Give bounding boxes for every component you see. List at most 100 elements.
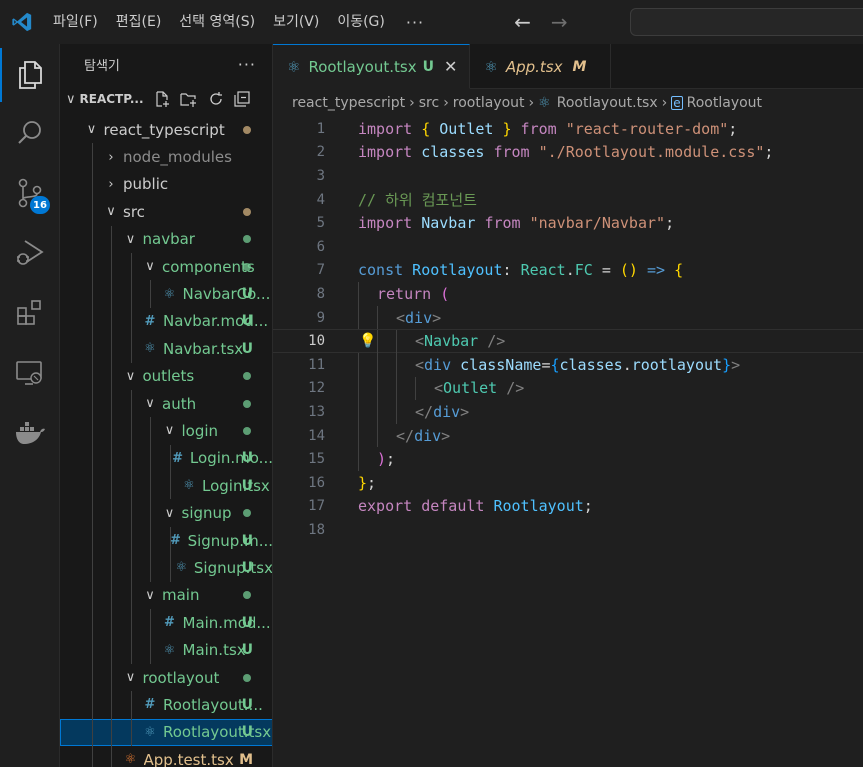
search-icon[interactable] (0, 104, 60, 162)
tree-file[interactable]: ⚛ Signup.tsx U (60, 554, 272, 582)
line-number: 15 (308, 451, 325, 468)
back-arrow-icon[interactable]: ← (514, 10, 531, 34)
tree-folder[interactable]: ∨ main (60, 581, 272, 610)
menu-go[interactable]: 이동(G) (328, 0, 394, 44)
tree-file[interactable]: ⚛ App.test.tsx M (60, 745, 272, 767)
tree-file[interactable]: # Main.mod... U (60, 609, 272, 637)
new-folder-icon[interactable] (179, 91, 198, 107)
menu-view[interactable]: 보기(V) (264, 0, 328, 44)
react-file-icon: ⚛ (163, 642, 176, 658)
breadcrumb-item[interactable]: react_typescript (292, 95, 405, 111)
code-line: 13 </div> (273, 400, 863, 424)
tab-rootlayout-tsx[interactable]: ⚛ Rootlayout.tsx U ✕ (273, 44, 471, 89)
tree-folder[interactable]: ∨ src (60, 198, 272, 226)
chevron-down-icon[interactable]: ∨ (123, 369, 139, 384)
tree-folder[interactable]: ∨ signup (60, 499, 272, 527)
refresh-icon[interactable] (208, 91, 224, 107)
tree-file[interactable]: # Signup.m... U (60, 526, 273, 555)
git-status-badge: U (241, 532, 253, 549)
menu-edit[interactable]: 편집(E) (107, 0, 171, 44)
menu-selection[interactable]: 선택 영역(S) (170, 0, 264, 44)
breadcrumb-item[interactable]: Rootlayout (687, 95, 762, 111)
tree-folder[interactable]: ∨ navbar (60, 225, 272, 253)
chevron-down-icon[interactable]: ∨ (142, 259, 158, 274)
breadcrumb-item[interactable]: rootlayout (453, 95, 525, 111)
breadcrumb-item[interactable]: Rootlayout.tsx (557, 95, 658, 111)
lightbulb-icon[interactable]: 💡 (359, 333, 376, 349)
menu-more-icon[interactable]: ··· (394, 13, 436, 32)
modified-dot-icon (243, 399, 251, 408)
run-debug-icon[interactable] (0, 224, 60, 282)
remote-explorer-icon[interactable] (0, 344, 60, 402)
tree-file[interactable]: # Rootlayout.... U (60, 691, 272, 719)
tree-file[interactable]: ⚛ NavbarCo... U (60, 280, 272, 308)
indent-guide (130, 335, 132, 363)
tree-folder[interactable]: ∨ rootlayout (60, 663, 272, 692)
indent-guide (91, 362, 93, 390)
chevron-right-icon[interactable]: › (103, 177, 119, 192)
chevron-down-icon[interactable]: ∨ (162, 506, 178, 521)
tree-file[interactable]: ⚛ Navbar.tsx U (60, 335, 272, 363)
chevron-right-icon[interactable]: › (103, 150, 119, 165)
git-status-badge: U (241, 642, 253, 659)
chevron-down-icon[interactable]: ∨ (142, 396, 158, 411)
close-tab-icon[interactable]: ✕ (444, 57, 457, 76)
chevron-down-icon[interactable]: ∨ (123, 232, 139, 247)
tree-file[interactable]: ⚛ Main.tsx U (60, 636, 272, 664)
chevron-right-icon: › (443, 95, 449, 111)
chevron-down-icon[interactable]: ∨ (84, 122, 100, 137)
explorer-more-icon[interactable]: ··· (238, 55, 256, 74)
indent-guide (91, 170, 93, 199)
chevron-down-icon[interactable]: ∨ (142, 588, 158, 603)
indent-guide (91, 444, 93, 473)
tree-item-label: src (123, 202, 145, 221)
explorer-icon[interactable] (0, 46, 60, 104)
indent-guide (130, 444, 132, 473)
indent-guide (91, 663, 93, 692)
line-number: 4 (316, 191, 325, 208)
chevron-down-icon[interactable]: ∨ (123, 670, 139, 685)
tree-folder[interactable]: ∨ components (60, 252, 272, 281)
docker-icon[interactable] (0, 404, 60, 462)
chevron-down-icon[interactable]: ∨ (103, 204, 119, 219)
tree-folder[interactable]: ∨ outlets (60, 362, 272, 390)
tree-item-label: Signup.m... (187, 531, 273, 550)
breadcrumb-item[interactable]: src (419, 95, 439, 111)
tree-folder[interactable]: ∨ login (60, 417, 272, 445)
indent-guide (111, 225, 112, 253)
tree-item-label: components (162, 257, 255, 276)
tab-label: Rootlayout.tsx (308, 57, 417, 76)
extensions-icon[interactable] (0, 284, 60, 342)
indent-guide (91, 609, 93, 637)
indent-guide (130, 718, 132, 746)
tree-file[interactable]: ⚛ Rootlayout.tsx U (60, 718, 272, 746)
collapse-all-icon[interactable] (233, 91, 250, 107)
new-file-icon[interactable] (154, 91, 170, 107)
tree-file[interactable]: # Navbar.mod... U (60, 307, 272, 336)
forward-arrow-icon[interactable]: → (551, 10, 568, 34)
source-control-icon[interactable]: 16 (0, 164, 60, 222)
tree-folder[interactable]: › public (60, 170, 272, 199)
tree-folder[interactable]: ∨ auth (60, 389, 272, 418)
workspace-section-header[interactable]: ∨ REACTP... (60, 84, 272, 114)
chevron-down-icon[interactable]: ∨ (162, 423, 178, 438)
explorer-actions (154, 91, 250, 107)
tree-item-label: public (123, 175, 169, 194)
tree-folder[interactable]: ∨ react_typescript (60, 116, 272, 143)
title-bar: 파일(F) 편집(E) 선택 영역(S) 보기(V) 이동(G) ··· ← → (0, 0, 863, 44)
indent-guide (111, 252, 112, 281)
indent-guide (91, 335, 93, 363)
code-editor[interactable]: 1 import { Outlet } from "react-router-do… (273, 117, 863, 542)
tree-file[interactable]: # Login.mo... U (60, 444, 272, 473)
git-status-badge: U (241, 696, 253, 713)
indent-guide (91, 526, 93, 555)
tree-folder[interactable]: › node_modules (60, 143, 272, 171)
tab-app-tsx[interactable]: ⚛ App.tsx M (470, 44, 612, 89)
tree-file[interactable]: ⚛ Login.tsx U (60, 472, 272, 500)
menu-file[interactable]: 파일(F) (44, 0, 107, 44)
line-number: 5 (316, 215, 325, 232)
command-center-search[interactable] (630, 8, 863, 36)
line-number: 2 (316, 144, 325, 161)
modified-dot-icon (243, 509, 251, 518)
explorer-title: 탐색기 (84, 58, 120, 74)
